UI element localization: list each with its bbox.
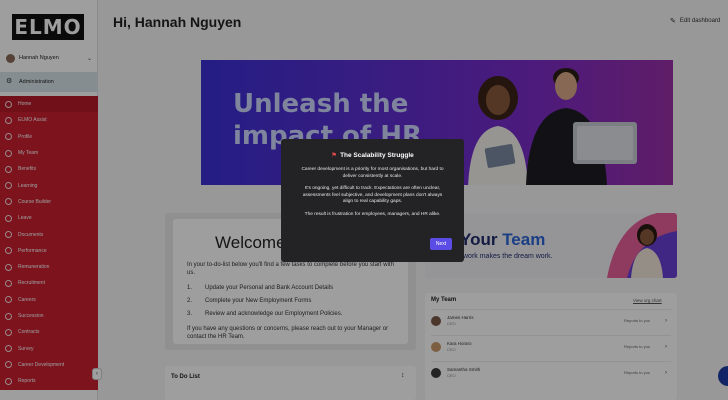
tour-modal: ⚑ The Scalability Struggle Career develop… bbox=[281, 139, 464, 262]
next-button[interactable]: Next bbox=[430, 238, 452, 250]
modal-title: ⚑ The Scalability Struggle bbox=[281, 151, 464, 159]
modal-paragraph: Career development is a priority for mos… bbox=[301, 167, 444, 179]
modal-paragraph: It's ongoing, yet difficult to track. Ex… bbox=[302, 186, 443, 205]
modal-title-text: The Scalability Struggle bbox=[340, 152, 414, 159]
flag-icon: ⚑ bbox=[331, 152, 338, 159]
modal-body: Career development is a priority for mos… bbox=[297, 167, 448, 225]
modal-paragraph: The result is frustration for employees,… bbox=[304, 211, 441, 217]
